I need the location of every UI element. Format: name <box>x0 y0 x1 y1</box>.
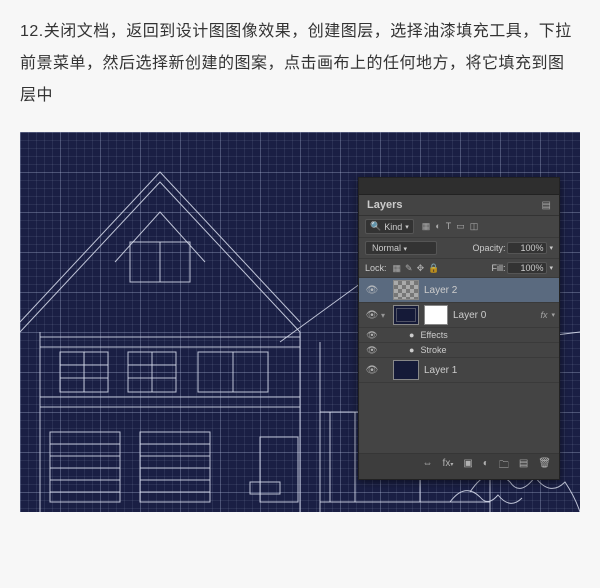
lock-transparency-icon[interactable]: ▦ <box>393 263 402 274</box>
layer-mask-icon[interactable]: ▣ <box>463 458 472 475</box>
filter-kind-select[interactable]: 🔍Kind▾ <box>365 219 414 234</box>
blend-mode-select[interactable]: Normal ▾ <box>365 241 437 255</box>
visibility-toggle-icon[interactable]: 👁 <box>363 310 381 321</box>
lock-row: Lock: ▦ ✎ ✥ 🔒 Fill: 100% ▾ <box>359 259 559 278</box>
effects-label: Effects <box>420 330 447 340</box>
trash-icon[interactable]: 🗑 <box>538 458 551 475</box>
visibility-toggle-icon[interactable]: 👁 <box>363 285 381 296</box>
fx-badge[interactable]: fx <box>540 310 547 320</box>
layer-row-layer0[interactable]: 👁 ▾ Layer 0 fx ▾ <box>359 303 559 328</box>
fill-dropdown-icon[interactable]: ▾ <box>549 264 553 272</box>
visibility-toggle-icon[interactable]: 👁 <box>363 345 381 356</box>
fx-menu-icon[interactable]: fx▾ <box>443 458 454 475</box>
stroke-effect-row[interactable]: 👁 ●Stroke <box>359 343 559 358</box>
layers-panel: Layers ▤ 🔍Kind▾ ▦ ◐ T ▭ ◫ Normal ▾ Opaci… <box>358 177 560 480</box>
layer-row-layer1[interactable]: 👁 Layer 1 <box>359 358 559 383</box>
layer-row-layer2[interactable]: 👁 Layer 2 <box>359 278 559 303</box>
visibility-toggle-icon[interactable]: 👁 <box>363 365 381 376</box>
layer-name: Layer 0 <box>453 310 486 321</box>
fx-dropdown-icon[interactable]: ▾ <box>551 311 555 319</box>
stroke-label: Stroke <box>420 345 446 355</box>
visibility-toggle-icon[interactable]: 👁 <box>363 330 381 341</box>
expand-arrow-icon[interactable]: ▾ <box>381 311 393 320</box>
filter-adjust-icon[interactable]: ◐ <box>435 221 440 232</box>
lock-all-icon[interactable]: 🔒 <box>428 263 439 274</box>
layer-name: Layer 2 <box>424 285 457 296</box>
filter-row: 🔍Kind▾ ▦ ◐ T ▭ ◫ <box>359 216 559 238</box>
filter-smart-icon[interactable]: ◫ <box>470 221 479 232</box>
fill-input[interactable]: 100% <box>507 262 547 274</box>
panel-footer: ⇔ fx▾ ▣ ◐ 🗀 ▤ 🗑 <box>359 453 559 479</box>
layer-thumbnail[interactable] <box>393 360 419 380</box>
fill-label: Fill: <box>491 263 505 273</box>
blend-row: Normal ▾ Opacity: 100% ▾ <box>359 238 559 259</box>
layers-empty-area <box>359 383 559 453</box>
lock-position-icon[interactable]: ✥ <box>417 263 425 274</box>
layers-list: 👁 Layer 2 👁 ▾ Layer 0 fx ▾ 👁 ●Effects <box>359 278 559 453</box>
layer-thumbnail[interactable] <box>393 305 419 325</box>
lock-label: Lock: <box>365 263 387 273</box>
layer-thumbnail[interactable] <box>393 280 419 300</box>
adjustment-layer-icon[interactable]: ◐ <box>483 458 489 475</box>
link-layers-icon[interactable]: ⇔ <box>423 458 433 475</box>
panel-tabbar <box>359 178 559 195</box>
filter-pixel-icon[interactable]: ▦ <box>422 221 431 232</box>
layer-name: Layer 1 <box>424 365 457 376</box>
effects-row[interactable]: 👁 ●Effects <box>359 328 559 343</box>
layer-mask-thumbnail[interactable] <box>424 305 448 325</box>
group-icon[interactable]: 🗀 <box>499 458 509 475</box>
filter-type-icon[interactable]: T <box>446 221 452 232</box>
panel-menu-icon[interactable]: ▤ <box>542 200 551 211</box>
opacity-dropdown-icon[interactable]: ▾ <box>549 244 553 252</box>
instruction-text: 12.关闭文档，返回到设计图图像效果，创建图层，选择油漆填充工具，下拉前景菜单，… <box>20 16 580 112</box>
panel-title: Layers <box>367 199 402 211</box>
opacity-label: Opacity: <box>472 243 505 253</box>
lock-pixels-icon[interactable]: ✎ <box>405 263 413 274</box>
new-layer-icon[interactable]: ▤ <box>519 458 528 475</box>
filter-shape-icon[interactable]: ▭ <box>456 221 465 232</box>
opacity-input[interactable]: 100% <box>507 242 547 254</box>
screenshot-container: Layers ▤ 🔍Kind▾ ▦ ◐ T ▭ ◫ Normal ▾ Opaci… <box>20 132 580 512</box>
